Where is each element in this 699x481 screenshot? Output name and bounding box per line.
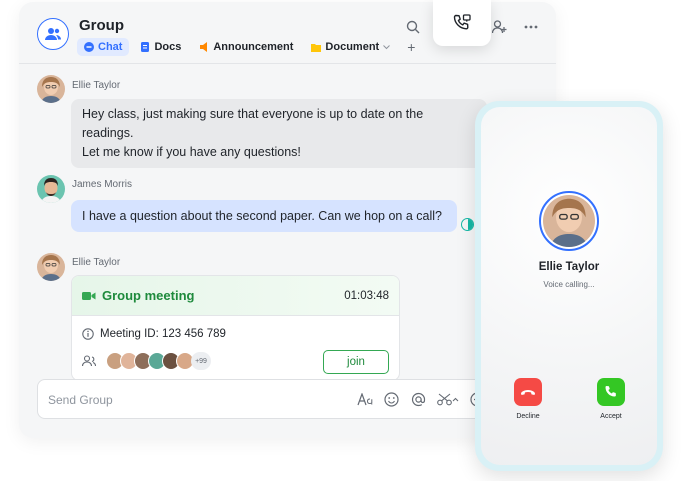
caller-ellie-image xyxy=(543,195,595,247)
participants-row[interactable]: +99 xyxy=(82,352,211,370)
emoji-button[interactable] xyxy=(383,391,400,408)
message-bubble: Hey class, just making sure that everyon… xyxy=(71,99,487,168)
meeting-card-header: Group meeting 01:03:48 xyxy=(72,276,399,316)
sender-name: Ellie Taylor xyxy=(72,257,121,268)
meeting-id-row: Meeting ID: 123 456 789 xyxy=(82,328,226,340)
tab-docs-label: Docs xyxy=(154,41,182,53)
avatar-ellie-image xyxy=(37,75,65,103)
participants-more-count: +99 xyxy=(191,352,211,370)
message-text-line: Hey class, just making sure that everyon… xyxy=(82,107,424,140)
read-status-indicator xyxy=(461,218,474,231)
caller-name: Ellie Taylor xyxy=(538,261,600,273)
message-bubble: I have a question about the second paper… xyxy=(71,200,457,232)
add-member-button[interactable] xyxy=(490,18,508,36)
composer-tools xyxy=(356,391,486,408)
meeting-card: Group meeting 01:03:48 Meeting ID: 123 4… xyxy=(71,275,400,381)
at-mention-icon xyxy=(411,392,426,407)
meeting-id: Meeting ID: 123 456 789 xyxy=(100,328,226,340)
avatar-james-image xyxy=(37,175,65,203)
tab-bar: Chat Docs Announcement Document + xyxy=(77,38,421,56)
scissors-icon xyxy=(437,393,459,406)
read-status-fill xyxy=(467,219,473,230)
avatar[interactable] xyxy=(37,175,65,203)
tab-chat-label: Chat xyxy=(98,41,123,53)
tab-docs[interactable]: Docs xyxy=(133,38,188,56)
message-text: I have a question about the second paper… xyxy=(82,209,442,223)
join-button[interactable]: join xyxy=(323,350,389,374)
megaphone-icon xyxy=(200,42,208,52)
sender-name: Ellie Taylor xyxy=(72,80,121,91)
video-camera-icon xyxy=(82,291,96,300)
emoji-smile-icon xyxy=(384,392,399,407)
meeting-duration: 01:03:48 xyxy=(344,289,389,302)
chevron-down-icon xyxy=(383,44,391,49)
sender-name: James Morris xyxy=(72,179,133,190)
incoming-call-screen: Ellie Taylor Voice calling... Decline Ac… xyxy=(481,107,657,465)
group-avatar[interactable] xyxy=(37,18,69,50)
page-title: Group xyxy=(79,17,124,34)
add-tab-button[interactable]: + xyxy=(401,39,421,55)
participants-icon xyxy=(82,355,96,367)
caller-avatar-ring xyxy=(539,191,599,251)
accept-button[interactable] xyxy=(597,378,625,406)
tab-document-label: Document xyxy=(325,41,380,53)
avatar[interactable] xyxy=(37,253,65,281)
decline-label: Decline xyxy=(516,413,540,420)
screenshot-button[interactable] xyxy=(437,391,459,408)
more-options-button[interactable] xyxy=(522,18,540,36)
folder-icon xyxy=(311,44,322,52)
avatar[interactable] xyxy=(37,75,65,103)
message-input[interactable] xyxy=(48,390,318,410)
call-status: Voice calling... xyxy=(543,280,595,289)
voice-call-button[interactable] xyxy=(433,0,491,46)
decline-button[interactable] xyxy=(514,378,542,406)
phone-mockup: Ellie Taylor Voice calling... Decline Ac… xyxy=(475,101,663,471)
group-people-icon xyxy=(45,28,61,40)
avatar-ellie-image xyxy=(37,253,65,281)
chat-bubble-icon xyxy=(84,42,94,52)
text-format-button[interactable] xyxy=(356,391,373,408)
message-text-line: Let me know if you have any questions! xyxy=(82,145,301,159)
search-icon xyxy=(406,20,420,34)
meeting-title: Group meeting xyxy=(102,288,195,303)
info-icon xyxy=(82,328,94,340)
tab-document[interactable]: Document xyxy=(304,38,397,56)
text-format-icon xyxy=(356,393,372,406)
caller-avatar xyxy=(543,195,595,247)
more-horizontal-icon xyxy=(524,25,538,29)
search-button[interactable] xyxy=(404,18,422,36)
message-composer xyxy=(37,379,497,419)
tab-announcement-label: Announcement xyxy=(213,41,294,53)
docs-icon xyxy=(141,42,150,52)
accept-label: Accept xyxy=(600,413,622,420)
phone-call-icon xyxy=(453,14,471,30)
tab-announcement[interactable]: Announcement xyxy=(192,38,300,56)
add-member-icon xyxy=(491,20,506,34)
hang-up-icon xyxy=(521,390,535,395)
phone-accept-icon xyxy=(605,386,616,397)
stage: Group Chat Docs Announcement Document + … xyxy=(0,0,699,481)
mention-button[interactable] xyxy=(410,391,427,408)
tab-chat[interactable]: Chat xyxy=(77,38,130,56)
